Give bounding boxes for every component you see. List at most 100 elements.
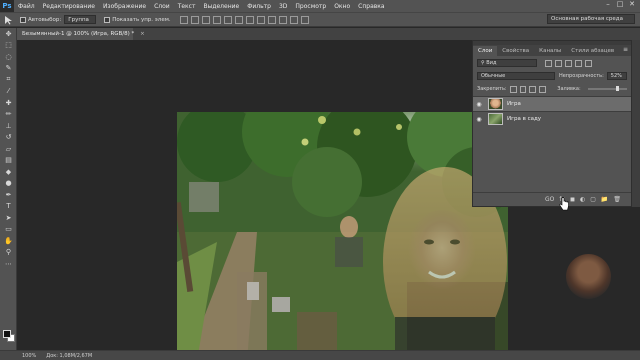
menu-view[interactable]: Просмотр <box>291 3 330 10</box>
tab-paragraph-styles[interactable]: Стили абзацев <box>566 46 619 56</box>
filter-shape-icon[interactable] <box>575 59 582 67</box>
marquee-tool-icon[interactable]: ⬚ <box>0 40 17 52</box>
menu-edit[interactable]: Редактирование <box>39 3 99 10</box>
hand-cursor-icon <box>559 197 569 211</box>
dodge-tool-icon[interactable]: ● <box>0 178 17 190</box>
lock-position-icon[interactable] <box>529 85 537 93</box>
align-left-icon[interactable] <box>212 15 221 24</box>
zoom-tool-icon[interactable]: ⚲ <box>0 247 17 259</box>
close-tab-icon[interactable]: × <box>140 31 145 37</box>
show-controls-checkbox[interactable] <box>104 16 111 23</box>
delete-layer-icon[interactable]: 🗑 <box>613 196 621 203</box>
new-group-icon[interactable]: ▢ <box>590 196 596 203</box>
layers-panel: Слои Свойства Каналы Стили абзацев ≡ ⚲ В… <box>472 40 632 207</box>
menu-3d[interactable]: 3D <box>275 3 291 10</box>
align-icons <box>179 15 309 24</box>
path-select-tool-icon[interactable]: ➤ <box>0 212 17 224</box>
lock-all-icon[interactable] <box>539 85 547 93</box>
align-top-icon[interactable] <box>179 15 188 24</box>
filter-pixel-icon[interactable] <box>545 59 552 67</box>
blur-tool-icon[interactable]: ◆ <box>0 166 17 178</box>
menu-window[interactable]: Окно <box>330 3 354 10</box>
lock-transparent-icon[interactable] <box>509 85 517 93</box>
lock-row: Закрепить: Заливка: <box>473 84 631 94</box>
crop-tool-icon[interactable]: ⌗ <box>0 74 17 86</box>
menu-layers[interactable]: Слои <box>150 3 174 10</box>
eraser-tool-icon[interactable]: ▱ <box>0 143 17 155</box>
layer-row-igra[interactable]: ◉ Игра <box>473 96 631 111</box>
clone-stamp-tool-icon[interactable]: ⊥ <box>0 120 17 132</box>
eyedropper-tool-icon[interactable]: ⁄ <box>0 86 17 98</box>
panel-collapse-strip[interactable] <box>632 40 640 207</box>
panel-menu-icon[interactable]: ≡ <box>623 46 628 53</box>
tab-channels[interactable]: Каналы <box>534 46 566 56</box>
lasso-tool-icon[interactable]: ◌ <box>0 51 17 63</box>
doc-size: Док: 1,08М/2,67М <box>46 352 93 359</box>
menu-file[interactable]: Файл <box>14 3 39 10</box>
gradient-tool-icon[interactable]: ▤ <box>0 155 17 167</box>
menu-type[interactable]: Текст <box>174 3 200 10</box>
distribute-top-icon[interactable] <box>245 15 254 24</box>
opacity-slider[interactable] <box>587 86 627 91</box>
menu-select[interactable]: Выделение <box>199 3 243 10</box>
fill-label: Заливка: <box>557 86 581 92</box>
link-layers-icon[interactable]: GO <box>545 196 554 203</box>
layer-thumbnail <box>488 98 503 110</box>
autoselect-checkbox[interactable] <box>20 16 26 23</box>
document-tab[interactable]: Безымянный-1 @ 100% (Игра, RGB/8) * × <box>17 28 145 40</box>
visibility-eye-icon[interactable]: ◉ <box>473 101 485 108</box>
menu-image[interactable]: Изображение <box>99 3 150 10</box>
move-tool-icon[interactable]: ✥ <box>0 28 17 40</box>
move-tool-preset-icon[interactable] <box>0 13 18 26</box>
history-brush-tool-icon[interactable]: ↺ <box>0 132 17 144</box>
workspace-select[interactable]: Основная рабочая среда <box>547 14 635 24</box>
rectangle-tool-icon[interactable]: ▭ <box>0 224 17 236</box>
maximize-button[interactable]: □ <box>614 0 626 8</box>
healing-tool-icon[interactable]: ✚ <box>0 97 17 109</box>
menu-filter[interactable]: Фильтр <box>243 3 275 10</box>
adjustment-layer-icon[interactable]: ◐ <box>580 196 585 203</box>
tab-layers[interactable]: Слои <box>473 46 498 56</box>
add-mask-icon[interactable]: ◼ <box>570 196 575 203</box>
distribute-right-icon[interactable] <box>300 15 309 24</box>
opacity-label: Непрозрачность: <box>558 73 604 79</box>
document-canvas[interactable] <box>177 112 508 360</box>
brush-tool-icon[interactable]: ✏ <box>0 109 17 121</box>
new-layer-icon[interactable]: 📁 <box>601 196 608 203</box>
minimize-button[interactable]: – <box>602 0 614 8</box>
foreground-color-swatch[interactable] <box>3 330 11 338</box>
blend-mode-select[interactable]: Обычные <box>477 72 555 80</box>
distribute-hcenter-icon[interactable] <box>289 15 298 24</box>
photoshop-logo: Ps <box>0 0 14 12</box>
lock-pixels-icon[interactable] <box>519 85 527 93</box>
align-bottom-icon[interactable] <box>201 15 210 24</box>
align-vcenter-icon[interactable] <box>190 15 199 24</box>
close-window-button[interactable]: ✕ <box>626 0 638 8</box>
more-tools-icon[interactable]: ⋯ <box>0 258 17 270</box>
opacity-input[interactable]: 52% <box>606 72 627 80</box>
layer-name: Игра в саду <box>507 116 542 122</box>
layers-panel-footer: GO fx ◼ ◐ ▢ 📁 🗑 <box>473 192 631 206</box>
layer-row-igra-v-sadu[interactable]: ◉ Игра в саду <box>473 111 631 126</box>
zoom-level[interactable]: 100% <box>22 353 36 359</box>
hand-tool-icon[interactable]: ✋ <box>0 235 17 247</box>
autoselect-select[interactable]: Группа <box>64 15 97 24</box>
filter-select[interactable]: ⚲ Вид <box>477 59 537 67</box>
filter-smart-icon[interactable] <box>585 59 592 67</box>
distribute-vcenter-icon[interactable] <box>256 15 265 24</box>
filter-type-icon[interactable] <box>565 59 572 67</box>
quick-select-tool-icon[interactable]: ✎ <box>0 63 17 75</box>
align-hcenter-icon[interactable] <box>223 15 232 24</box>
pen-tool-icon[interactable]: ✒ <box>0 189 17 201</box>
align-right-icon[interactable] <box>234 15 243 24</box>
distribute-bottom-icon[interactable] <box>267 15 276 24</box>
visibility-eye-icon[interactable]: ◉ <box>473 116 485 123</box>
type-tool-icon[interactable]: T <box>0 201 17 213</box>
menu-help[interactable]: Справка <box>354 3 388 10</box>
distribute-left-icon[interactable] <box>278 15 287 24</box>
blend-row: Обычные Непрозрачность: 52% <box>473 71 631 81</box>
filter-adjustment-icon[interactable] <box>555 59 562 67</box>
options-bar: Автовыбор: Группа Показать упр. элем. <box>0 12 640 27</box>
tab-properties[interactable]: Свойства <box>497 46 534 56</box>
status-bar: 100% Док: 1,08М/2,67М <box>0 350 640 360</box>
